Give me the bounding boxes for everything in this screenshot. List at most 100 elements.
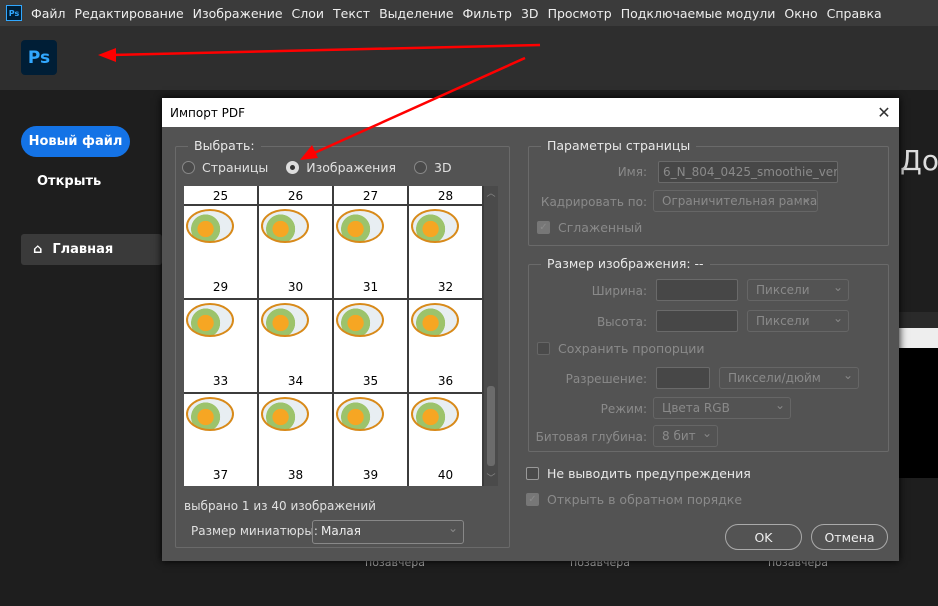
thumbnail-cell[interactable]: 34: [259, 300, 332, 392]
width-label: Ширина:: [591, 284, 647, 298]
name-field: 6_N_804_0425_smoothie_vert: [658, 161, 838, 183]
thumbnail-number: 39: [362, 468, 379, 482]
thumbnail-number: 28: [437, 189, 454, 203]
depth-select: 8 бит: [653, 425, 718, 447]
thumbnail-number: 27: [362, 189, 379, 203]
ps-logo: Ps: [21, 40, 57, 75]
menu-window[interactable]: Окно: [784, 6, 817, 21]
radio-pages[interactable]: Страницы: [182, 160, 268, 175]
name-label: Имя:: [617, 165, 647, 179]
menu-help[interactable]: Справка: [827, 6, 882, 21]
thumbnail-number: 35: [362, 374, 379, 388]
thumbnail-number: 34: [287, 374, 304, 388]
recent-file-thumbnail[interactable]: [899, 328, 938, 478]
reverse-order-checkbox: ✓ Открыть в обратном порядке: [526, 492, 742, 507]
thumbnail-image: [336, 397, 384, 431]
selection-status: выбрано 1 из 40 изображений: [184, 499, 376, 513]
mode-select: Цвета RGB: [653, 397, 791, 419]
close-icon[interactable]: ✕: [869, 103, 899, 122]
thumbnail-image: [261, 209, 309, 243]
home-label: Главная: [52, 242, 114, 257]
thumb-size-label: Размер миниатюры:: [191, 524, 318, 538]
thumbnail-number: 36: [437, 374, 454, 388]
no-warnings-checkbox[interactable]: Не выводить предупреждения: [526, 466, 751, 481]
home-header: [0, 26, 938, 90]
menu-bar: Ps Файл Редактирование Изображение Слои …: [0, 0, 938, 26]
menu-file[interactable]: Файл: [31, 6, 66, 21]
thumbnail-cell[interactable]: 37: [184, 394, 257, 486]
ok-button[interactable]: OK: [725, 524, 802, 550]
thumbnail-cell[interactable]: 30: [259, 206, 332, 298]
thumbnail-cell[interactable]: 27: [334, 186, 407, 204]
height-unit-select: Пиксели: [747, 310, 849, 332]
menu-select[interactable]: Выделение: [379, 6, 453, 21]
crop-label: Кадрировать по:: [540, 195, 647, 209]
thumbnail-number: 30: [287, 280, 304, 294]
height-label: Высота:: [596, 315, 647, 329]
thumbnail-image: [411, 209, 459, 243]
thumbnail-cell[interactable]: 26: [259, 186, 332, 204]
thumbnail-scrollbar[interactable]: ︿ ﹀: [484, 186, 498, 486]
thumbnail-cell[interactable]: 36: [409, 300, 482, 392]
thumbnail-image: [186, 209, 234, 243]
menu-3d[interactable]: 3D: [521, 6, 539, 21]
thumbnail-cell[interactable]: 28: [409, 186, 482, 204]
thumbnail-image: [186, 397, 234, 431]
menu-edit[interactable]: Редактирование: [75, 6, 184, 21]
thumbnail-cell[interactable]: 39: [334, 394, 407, 486]
home-icon: ⌂: [33, 242, 43, 257]
thumbnail-cell[interactable]: 40: [409, 394, 482, 486]
thumbnail-number: 33: [212, 374, 229, 388]
thumbnail-number: 38: [287, 468, 304, 482]
thumbnail-cell[interactable]: 31: [334, 206, 407, 298]
thumbnail-cell[interactable]: 38: [259, 394, 332, 486]
thumbnail-number: 26: [287, 189, 304, 203]
menu-plugins[interactable]: Подключаемые модули: [621, 6, 776, 21]
width-unit-select: Пиксели: [747, 279, 849, 301]
cancel-button[interactable]: Отмена: [811, 524, 888, 550]
thumbnail-image: [261, 397, 309, 431]
ps-app-icon[interactable]: Ps: [6, 5, 22, 21]
menu-filter[interactable]: Фильтр: [463, 6, 512, 21]
height-field: [656, 310, 738, 332]
thumbnail-grid: 25 26 27 28 29 30 31 32 33 34 35 36 37 38 39 40: [184, 186, 484, 486]
thumbnail-cell[interactable]: 25: [184, 186, 257, 204]
import-pdf-dialog: Импорт PDF ✕ Выбрать: Страницы Изображен…: [162, 98, 899, 561]
thumbnail-number: 37: [212, 468, 229, 482]
thumbnail-number: 25: [212, 189, 229, 203]
thumb-size-select[interactable]: Малая: [312, 520, 464, 544]
thumbnail-image: [336, 303, 384, 337]
welcome-heading: Доб: [900, 144, 938, 177]
thumbnail-image: [261, 303, 309, 337]
resolution-label: Разрешение:: [565, 372, 647, 386]
width-field: [656, 279, 738, 301]
thumbnail-image: [336, 209, 384, 243]
image-size-legend: Размер изображения: --: [541, 256, 710, 271]
smooth-checkbox: ✓ Сглаженный: [537, 220, 642, 235]
resolution-field: [656, 367, 710, 389]
thumbnail-image: [411, 303, 459, 337]
thumbnail-cell[interactable]: 33: [184, 300, 257, 392]
crop-select: Ограничительная рамка: [653, 190, 818, 212]
thumbnail-cell[interactable]: 32: [409, 206, 482, 298]
thumbnail-number: 29: [212, 280, 229, 294]
new-file-button[interactable]: Новый файл: [21, 126, 130, 157]
open-button[interactable]: Открыть: [37, 174, 101, 189]
dialog-title: Импорт PDF: [170, 105, 246, 120]
thumbnail-cell[interactable]: 29: [184, 206, 257, 298]
thumbnail-cell[interactable]: 35: [334, 300, 407, 392]
menu-image[interactable]: Изображение: [193, 6, 283, 21]
home-nav-item[interactable]: ⌂ Главная: [21, 234, 162, 265]
menu-type[interactable]: Текст: [333, 6, 370, 21]
select-legend: Выбрать:: [188, 138, 261, 153]
radio-images[interactable]: Изображения: [286, 160, 396, 175]
thumbnail-image: [186, 303, 234, 337]
mode-label: Режим:: [600, 402, 647, 416]
depth-label: Битовая глубина:: [535, 430, 647, 444]
dialog-titlebar: Импорт PDF ✕: [162, 98, 899, 127]
menu-view[interactable]: Просмотр: [548, 6, 612, 21]
radio-3d[interactable]: 3D: [414, 160, 452, 175]
select-radio-group: Страницы Изображения 3D: [182, 160, 452, 175]
menu-layers[interactable]: Слои: [292, 6, 325, 21]
thumbnail-number: 40: [437, 468, 454, 482]
